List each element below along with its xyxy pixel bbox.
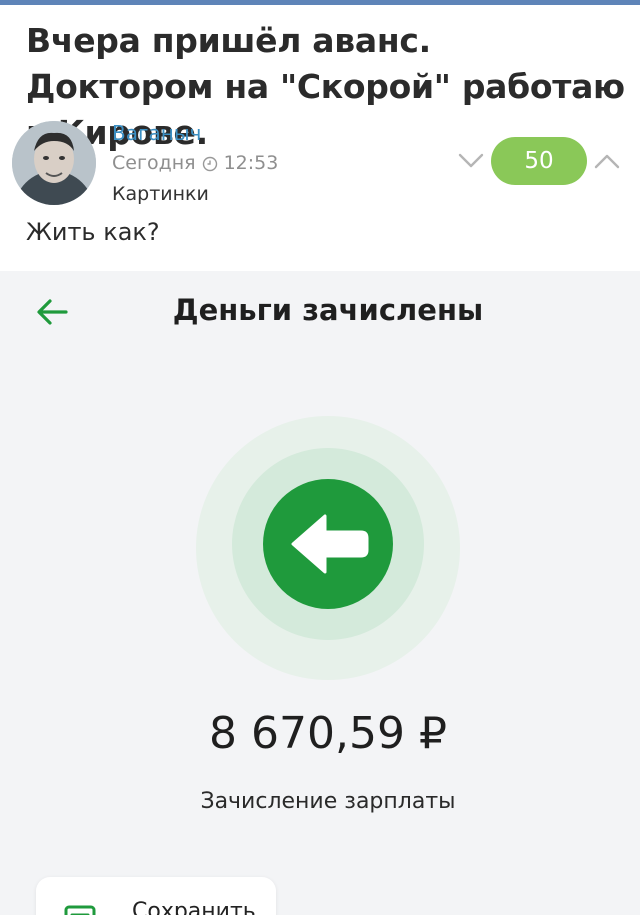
post-date: Сегодня 12:53 xyxy=(112,152,278,174)
time-label: 12:53 xyxy=(223,152,279,174)
date-label: Сегодня xyxy=(112,152,196,174)
incoming-arrow-icon xyxy=(263,479,393,609)
post-text: Жить как? xyxy=(26,218,160,246)
save-icon xyxy=(64,905,96,915)
chevron-down-icon[interactable] xyxy=(456,150,486,172)
embedded-screenshot[interactable]: Деньги зачислены 8 670,59 ₽ Зачисление з… xyxy=(0,271,640,915)
rating-badge: 50 xyxy=(491,137,587,185)
author-link[interactable]: Ваганыч xyxy=(112,121,201,145)
save-button-label: Сохранить xyxy=(132,899,256,915)
clock-icon xyxy=(202,155,218,172)
chevron-up-icon[interactable] xyxy=(592,150,622,172)
save-button: Сохранить xyxy=(36,877,276,915)
category-link[interactable]: Картинки xyxy=(112,183,209,205)
transaction-description: Зачисление зарплаты xyxy=(200,789,456,814)
top-accent-bar xyxy=(0,0,640,5)
avatar[interactable] xyxy=(12,121,96,205)
screenshot-title: Деньги зачислены xyxy=(172,293,484,327)
amount-value: 8 670,59 ₽ xyxy=(209,708,447,759)
